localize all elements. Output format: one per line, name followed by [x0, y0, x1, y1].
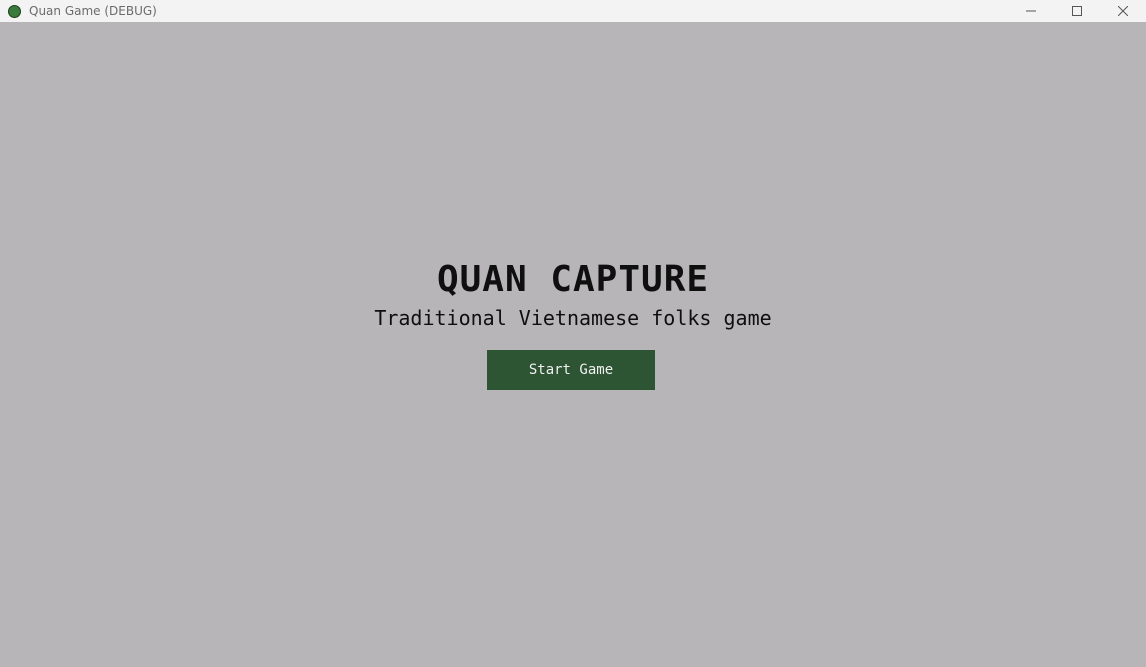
start-game-button[interactable]: Start Game [487, 350, 655, 390]
maximize-button[interactable] [1054, 0, 1100, 22]
game-title: QUAN CAPTURE [436, 259, 710, 300]
maximize-icon [1072, 6, 1082, 16]
close-icon [1118, 6, 1128, 16]
app-icon [8, 4, 21, 18]
start-game-label: Start Game [528, 362, 614, 378]
game-window: Quan Game (DEBUG) QUAN CAPTURE Tradition… [0, 0, 1146, 667]
title-bar[interactable]: Quan Game (DEBUG) [0, 0, 1146, 22]
game-canvas: QUAN CAPTURE Traditional Vietnamese folk… [0, 22, 1146, 667]
window-controls [1008, 0, 1146, 22]
minimize-button[interactable] [1008, 0, 1054, 22]
window-title: Quan Game (DEBUG) [29, 4, 157, 18]
minimize-icon [1026, 10, 1036, 12]
close-button[interactable] [1100, 0, 1146, 22]
game-subtitle: Traditional Vietnamese folks game [374, 306, 772, 330]
